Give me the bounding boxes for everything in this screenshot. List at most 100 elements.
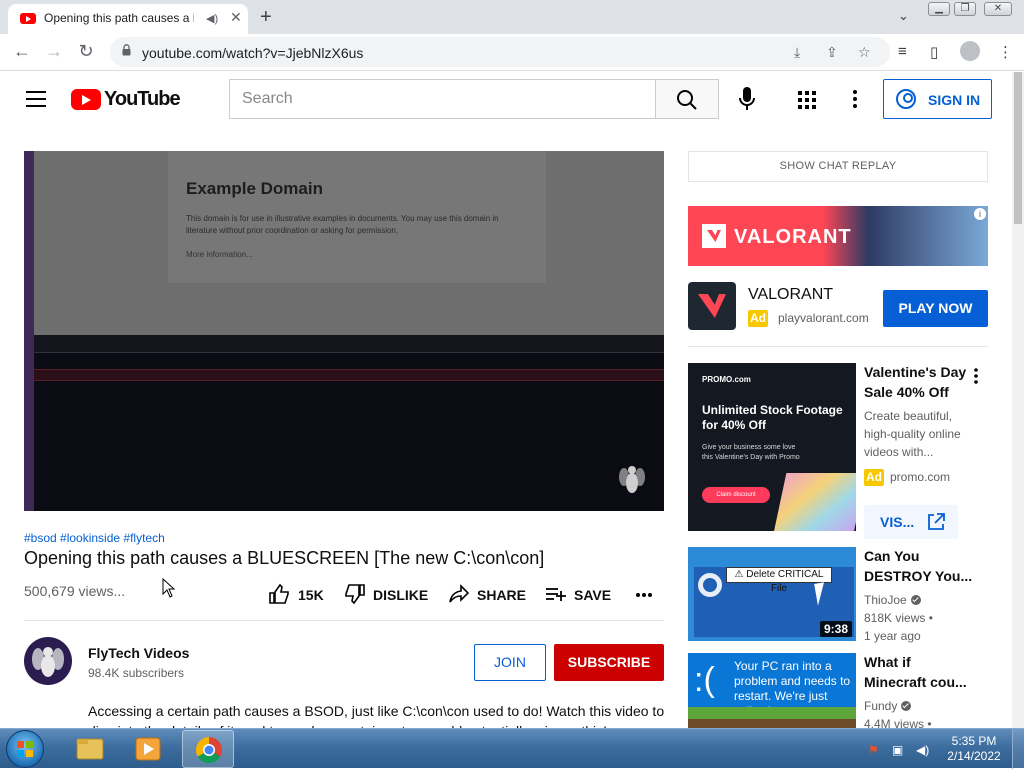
search-button[interactable] (655, 79, 719, 119)
video-hashtags[interactable]: #bsod #lookinside #flytech (24, 531, 165, 545)
taskbar-explorer[interactable] (64, 730, 116, 768)
tab-search-chevron-icon[interactable]: ⌄ (898, 8, 909, 24)
channel-avatar[interactable] (24, 637, 72, 685)
network-icon[interactable]: ▣ (892, 743, 903, 757)
ad-title[interactable]: VALORANT (748, 286, 833, 304)
channel-name[interactable]: FlyTech Videos (88, 645, 189, 661)
promo-ad-title[interactable]: Valentine's Day Sale 40% Off (864, 362, 974, 402)
video-player[interactable]: Example Domain This domain is for use in… (24, 151, 664, 511)
play-now-button[interactable]: PLAY NOW (883, 290, 988, 327)
video-frame-devtools (34, 335, 664, 511)
fly-logo-icon (32, 647, 64, 677)
recommended-video-thumbnail[interactable]: ⚠ Delete CRITICAL File 9:38 (688, 547, 856, 641)
search-box[interactable] (229, 79, 656, 119)
forward-arrow-icon[interactable]: → (42, 41, 66, 62)
browser-menu-icon[interactable]: ⋮ (998, 43, 1013, 61)
maximize-button[interactable]: ❐ (954, 2, 976, 16)
close-window-button[interactable]: ✕ (984, 2, 1012, 16)
save-label: SAVE (574, 587, 612, 603)
channel-name-text: ThioJoe (864, 593, 907, 607)
share-label: SHARE (477, 587, 527, 603)
ad-divider (688, 346, 988, 347)
speaker-icon[interactable]: ◀) (206, 12, 218, 25)
ad-advertiser-logo[interactable] (688, 282, 736, 330)
share-page-icon[interactable]: ⇪ (826, 44, 838, 61)
ad-banner[interactable]: VALORANT i (688, 206, 988, 266)
tab-close-icon[interactable]: ✕ (230, 9, 242, 26)
youtube-logo-icon[interactable] (71, 89, 101, 110)
subscribe-button[interactable]: SUBSCRIBE (554, 644, 664, 681)
new-tab-icon[interactable]: + (260, 6, 272, 29)
show-chat-replay-button[interactable]: SHOW CHAT REPLAY (688, 151, 988, 182)
taskbar-chrome[interactable] (182, 730, 234, 768)
side-panel-icon[interactable]: ▯ (930, 43, 938, 61)
devtools-error-line (34, 369, 664, 381)
microphone-icon[interactable] (736, 86, 758, 112)
back-arrow-icon[interactable]: ← (10, 41, 34, 62)
show-desktop-button[interactable] (1012, 729, 1024, 769)
visit-site-button[interactable]: VIS... (864, 505, 958, 539)
scrollbar-thumb[interactable] (1014, 72, 1022, 224)
promo-thumb-logo: PROMO.com (702, 375, 751, 384)
user-account-icon (896, 89, 916, 109)
volume-icon[interactable]: ◀) (916, 743, 929, 757)
video-duration: 9:38 (819, 621, 852, 637)
browser-tab[interactable]: Opening this path causes a B ◀) ✕ (8, 4, 248, 34)
mouse-cursor-icon (162, 578, 176, 598)
share-button[interactable]: SHARE (448, 583, 528, 607)
join-button[interactable]: JOIN (474, 644, 546, 681)
devtools-tab-row (34, 335, 664, 353)
folder-icon (76, 738, 104, 760)
profile-avatar-icon[interactable] (960, 41, 980, 61)
action-center-flag-icon[interactable]: ⚑ (868, 743, 879, 757)
video-frame-heading: Example Domain (186, 179, 323, 198)
valorant-logo-icon (702, 224, 726, 248)
taskbar-media-player[interactable] (122, 730, 174, 768)
search-input[interactable] (230, 80, 656, 118)
hamburger-menu-icon[interactable] (26, 91, 46, 107)
sign-in-button[interactable]: SIGN IN (883, 79, 992, 119)
external-link-icon (928, 513, 945, 530)
minimize-button[interactable]: ▁ (928, 2, 950, 16)
channel-name-text: Fundy (864, 699, 898, 713)
ad-banner-brand: VALORANT (734, 226, 852, 248)
video-frame-link: More information... (186, 250, 253, 259)
promo-more-options-icon[interactable] (971, 367, 981, 385)
recommended-video-title[interactable]: What if Minecraft cou... (864, 652, 974, 692)
install-app-icon[interactable]: ⤓ (794, 44, 800, 61)
media-control-icon[interactable]: ≡ (898, 43, 907, 60)
bookmark-star-icon[interactable]: ☆ (858, 44, 871, 61)
lock-icon (122, 44, 131, 56)
address-bar[interactable]: youtube.com/watch?v=JjebNlzX6us ⤓ ⇪ ☆ (110, 37, 890, 67)
url-text: youtube.com/watch?v=JjebNlzX6us (142, 45, 364, 61)
browser-tab-strip: Opening this path causes a B ◀) ✕ + ⌄ ▁ … (0, 0, 1024, 34)
media-player-icon (135, 737, 161, 761)
reload-icon[interactable]: ↻ (74, 41, 98, 62)
chrome-icon (195, 736, 222, 764)
promo-ad-domain: promo.com (890, 470, 951, 484)
apps-grid-icon[interactable] (797, 90, 817, 110)
like-button[interactable]: 15K (268, 583, 328, 607)
tab-title: Opening this path causes a B (44, 11, 194, 25)
recommended-video-thumbnail[interactable]: :( Your PC ran into a problem and needs … (688, 653, 856, 728)
promo-thumb-cards (773, 473, 856, 531)
recommended-video-channel[interactable]: ThioJoe (864, 593, 921, 607)
more-actions-icon[interactable] (634, 586, 654, 604)
windows-taskbar: ⚑ ▣ ◀) 5:35 PM 2/14/2022 (0, 728, 1024, 769)
thumb-sad-face: :( (694, 661, 715, 699)
view-count[interactable]: 500,679 views... (24, 583, 125, 599)
page-scrollbar[interactable] (1012, 72, 1024, 728)
start-button[interactable] (6, 730, 44, 768)
save-button[interactable]: SAVE (545, 583, 615, 607)
promo-ad-thumbnail[interactable]: PROMO.com Unlimited Stock Footage for 40… (688, 363, 856, 531)
system-clock[interactable]: 5:35 PM 2/14/2022 (946, 734, 1002, 764)
ad-info-icon[interactable]: i (974, 208, 986, 220)
recommended-video-channel[interactable]: Fundy (864, 699, 912, 713)
subscriber-count: 98.4K subscribers (88, 666, 185, 680)
channel-fly-watermark-icon (619, 466, 645, 493)
recommended-video-title[interactable]: Can You DESTROY You... (864, 546, 974, 586)
youtube-logo-text[interactable]: YouTube (104, 88, 181, 111)
dislike-button[interactable]: DISLIKE (344, 583, 434, 607)
clock-time: 5:35 PM (951, 734, 997, 748)
settings-more-icon[interactable] (849, 89, 861, 109)
